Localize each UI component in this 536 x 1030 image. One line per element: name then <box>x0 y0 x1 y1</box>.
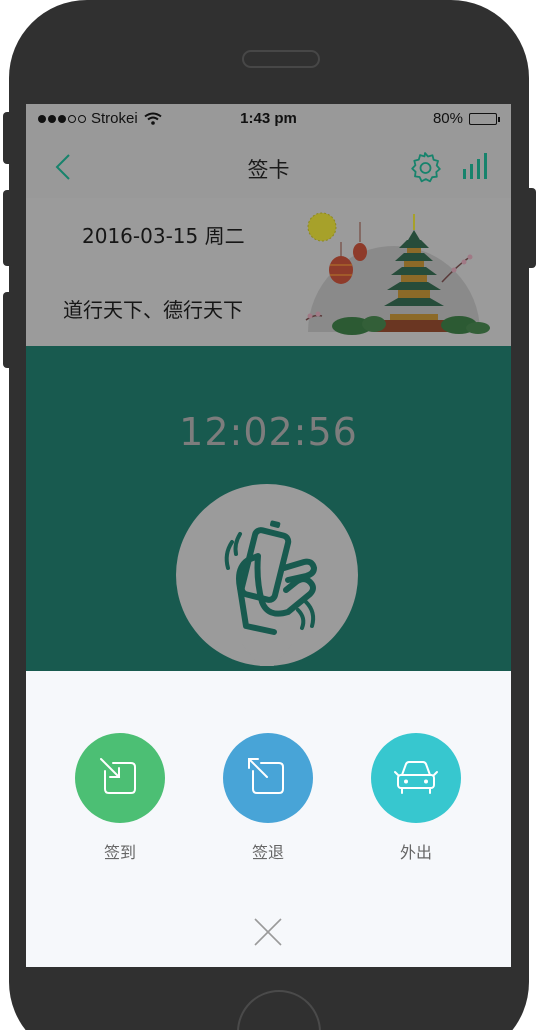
gear-icon[interactable] <box>409 151 441 183</box>
battery-percent: 80% <box>432 110 463 127</box>
clock-display: 12:02:56 <box>179 410 358 454</box>
pagoda-illustration <box>305 212 490 335</box>
battery-icon <box>469 112 500 125</box>
battery: 80% <box>432 110 500 127</box>
check-out-label: 签退 <box>251 843 284 862</box>
check-in-button[interactable]: 签到 <box>75 733 165 863</box>
check-out-button[interactable]: 签退 <box>223 733 313 863</box>
volume-down-button <box>3 292 13 368</box>
volume-up-button <box>3 190 13 266</box>
motto-label: 道行天下、德行天下 <box>63 298 243 322</box>
check-in-icon <box>75 733 165 823</box>
go-out-button[interactable]: 外出 <box>371 733 461 863</box>
phone-shake-icon <box>224 520 318 666</box>
bar-chart-icon[interactable] <box>462 152 490 180</box>
action-sheet: 签到 签退 外出 <box>26 671 511 967</box>
home-button[interactable] <box>237 990 321 1030</box>
nav-bar: 签卡 <box>26 134 511 198</box>
punch-panel: 12:02:56 <box>26 346 511 676</box>
power-button <box>527 188 536 268</box>
mute-switch <box>3 112 13 164</box>
close-icon[interactable] <box>253 917 283 947</box>
check-out-icon <box>223 733 313 823</box>
check-in-label: 签到 <box>103 843 136 862</box>
status-bar: Strokei 1:43 pm 80% <box>26 104 511 134</box>
date-label: 2016-03-15 周二 <box>82 224 245 248</box>
banner: 2016-03-15 周二 道行天下、德行天下 <box>26 198 511 346</box>
screen: Strokei 1:43 pm 80% 签卡 2016-03-15 周二 道行天… <box>26 104 511 967</box>
speaker-grille <box>242 50 320 68</box>
punch-button[interactable] <box>176 484 358 666</box>
go-out-label: 外出 <box>399 843 432 862</box>
car-icon <box>371 733 461 823</box>
